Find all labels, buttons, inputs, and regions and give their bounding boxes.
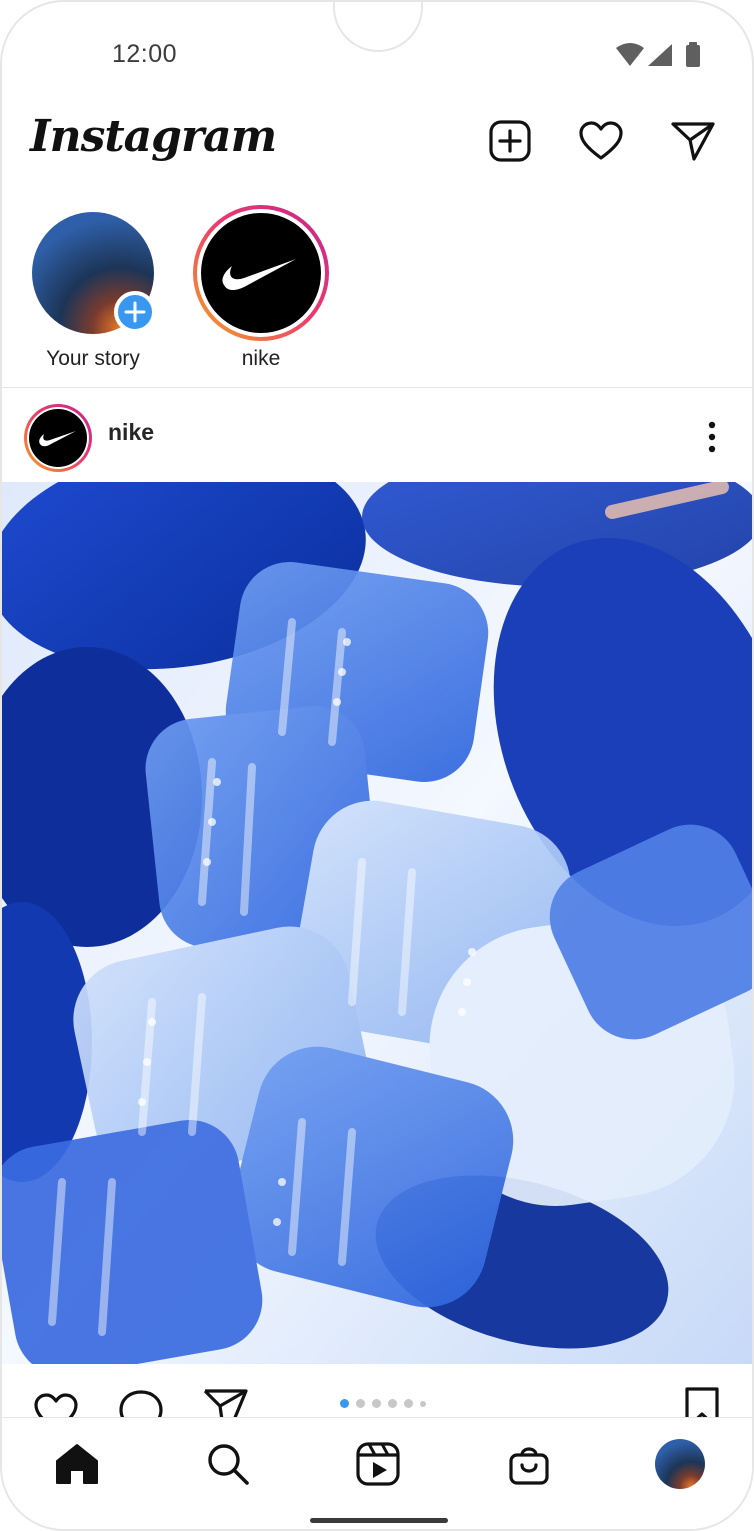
carousel-dot <box>388 1399 397 1408</box>
like-icon[interactable] <box>32 1386 80 1420</box>
post-photo-shoe-soles <box>2 482 752 1364</box>
battery-icon <box>686 42 700 67</box>
app-header: Instagram <box>2 97 752 197</box>
story-nike[interactable]: nike <box>186 202 336 382</box>
instagram-logo[interactable]: Instagram <box>30 111 277 162</box>
carousel-dot <box>356 1399 365 1408</box>
carousel-dot <box>420 1400 426 1407</box>
story-label: Your story <box>46 347 140 370</box>
carousel-dot <box>372 1399 381 1408</box>
profile-avatar[interactable] <box>650 1436 710 1492</box>
story-own[interactable]: Your story <box>18 202 168 382</box>
post-username[interactable]: nike <box>108 419 154 446</box>
direct-message-icon[interactable] <box>669 117 717 165</box>
stories-tray: Your story nike <box>2 202 752 387</box>
reels-icon[interactable] <box>348 1436 408 1492</box>
story-label: nike <box>241 347 281 370</box>
post-avatar[interactable] <box>22 402 94 474</box>
status-time: 12:00 <box>112 40 178 68</box>
comment-icon[interactable] <box>117 1386 165 1420</box>
signal-icon <box>648 44 672 66</box>
share-icon[interactable] <box>202 1386 250 1420</box>
heart-icon[interactable] <box>577 117 625 165</box>
home-icon[interactable] <box>47 1436 107 1492</box>
post-actions <box>2 1364 752 1420</box>
status-icons <box>614 42 704 70</box>
bottom-navigation <box>2 1417 752 1529</box>
phone-frame: 12:00 Instagram Your story nike nike <box>0 0 754 1531</box>
own-story-avatar <box>32 212 156 334</box>
save-icon[interactable] <box>682 1386 722 1420</box>
nike-story-avatar <box>193 205 329 341</box>
search-icon[interactable] <box>198 1436 258 1492</box>
more-options-icon[interactable] <box>702 419 722 455</box>
carousel-indicator <box>340 1399 426 1408</box>
gesture-home-bar[interactable] <box>310 1518 448 1523</box>
post-header: nike <box>2 397 752 477</box>
new-post-icon[interactable] <box>486 117 534 165</box>
post-image[interactable] <box>2 482 752 1364</box>
shop-icon[interactable] <box>499 1436 559 1492</box>
wifi-icon <box>616 43 644 66</box>
carousel-dot <box>404 1399 413 1408</box>
stories-divider <box>2 387 752 388</box>
add-story-badge[interactable] <box>114 291 156 333</box>
carousel-dot-active <box>340 1399 349 1408</box>
camera-notch <box>333 2 423 52</box>
